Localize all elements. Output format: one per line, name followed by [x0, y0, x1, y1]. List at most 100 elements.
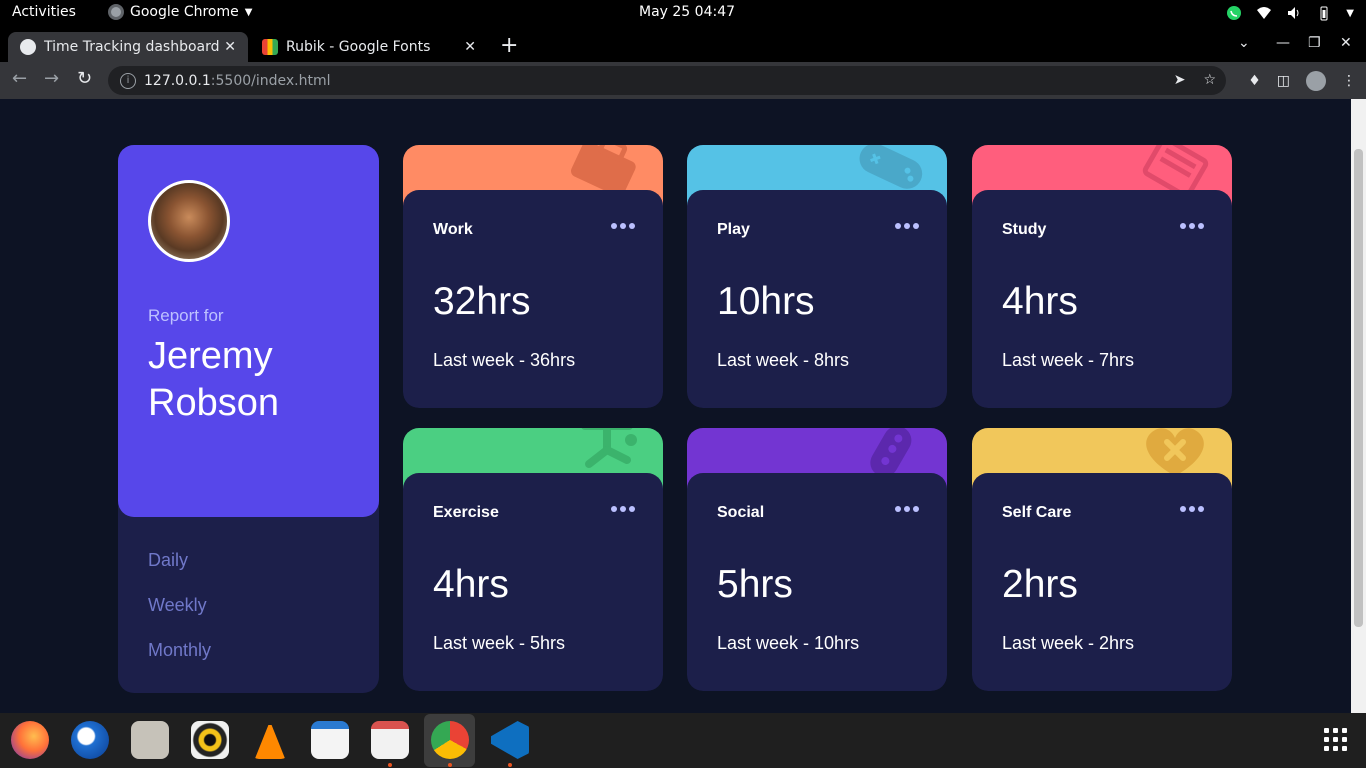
chrome-icon[interactable]: [431, 721, 469, 759]
page-scrollbar[interactable]: [1351, 99, 1366, 713]
address-bar[interactable]: i 127.0.0.1 :5500/index.html ➤ ☆: [108, 66, 1226, 95]
card-hours: 4hrs: [1002, 280, 1078, 323]
system-top-bar: Activities Google Chrome ▼ May 25 04:47 …: [0, 0, 1366, 27]
more-options-icon[interactable]: [895, 223, 919, 231]
battery-icon[interactable]: [1316, 5, 1332, 21]
profile-header: Report for Jeremy Robson: [118, 145, 379, 517]
show-applications-icon[interactable]: [1324, 728, 1348, 752]
site-info-icon[interactable]: i: [120, 72, 136, 89]
vscode-icon[interactable]: [491, 721, 529, 759]
chevron-down-icon: ▼: [244, 6, 253, 18]
tab-search-icon[interactable]: ⌄: [1238, 35, 1250, 51]
card-body: Exercise 4hrs Last week - 5hrs: [403, 473, 663, 691]
running-indicator: [388, 763, 392, 767]
volume-icon[interactable]: [1286, 5, 1302, 21]
close-icon[interactable]: ✕: [224, 39, 236, 55]
card-study: Study 4hrs Last week - 7hrs: [972, 145, 1232, 408]
running-indicator: [448, 763, 452, 767]
card-hours: 10hrs: [717, 280, 815, 323]
card-title: Study: [1002, 221, 1047, 238]
minimize-button[interactable]: —: [1276, 35, 1290, 51]
menu-icon[interactable]: ⋮: [1342, 73, 1356, 89]
app-menu[interactable]: Google Chrome ▼: [108, 4, 252, 20]
tab-rubik-google-fonts[interactable]: Rubik - Google Fonts ✕: [250, 32, 488, 62]
period-daily[interactable]: Daily: [148, 550, 188, 571]
tab-time-tracking[interactable]: Time Tracking dashboard ✕: [8, 32, 248, 62]
more-options-icon[interactable]: [611, 506, 635, 514]
window-close-button[interactable]: ✕: [1340, 35, 1352, 51]
wifi-icon[interactable]: [1256, 5, 1272, 21]
tab-strip: Time Tracking dashboard ✕ Rubik - Google…: [0, 27, 1366, 62]
card-play: ✖ Play 10hrs Last week - 8hrs: [687, 145, 947, 408]
card-previous: Last week - 2hrs: [1002, 633, 1135, 653]
card-title: Social: [717, 504, 765, 521]
period-weekly[interactable]: Weekly: [148, 595, 207, 616]
tab-title: Time Tracking dashboard: [44, 39, 220, 55]
globe-icon: [20, 39, 36, 55]
vlc-icon[interactable]: [254, 721, 286, 759]
system-tray[interactable]: ▼: [1226, 5, 1354, 21]
card-title: Play: [717, 221, 750, 238]
card-body: Study 4hrs Last week - 7hrs: [972, 190, 1232, 408]
card-previous: Last week - 7hrs: [1002, 350, 1135, 370]
page-viewport: Report for Jeremy Robson Daily Weekly Mo…: [0, 99, 1351, 713]
chevron-down-icon[interactable]: ▼: [1346, 8, 1354, 19]
period-monthly[interactable]: Monthly: [148, 640, 211, 661]
more-options-icon[interactable]: [1180, 506, 1204, 514]
card-title: Self Care: [1002, 504, 1072, 521]
card-work: Work 32hrs Last week - 36hrs: [403, 145, 663, 408]
avatar: [148, 180, 230, 262]
restore-button[interactable]: ❐: [1308, 35, 1321, 51]
url-host: 127.0.0.1: [144, 72, 211, 89]
card-exercise: Exercise 4hrs Last week - 5hrs: [403, 428, 663, 691]
card-social: Social 5hrs Last week - 10hrs: [687, 428, 947, 691]
tab-title: Rubik - Google Fonts: [286, 39, 431, 55]
user-name: Jeremy Robson: [148, 335, 279, 424]
profile-card: Report for Jeremy Robson Daily Weekly Mo…: [118, 145, 379, 693]
card-body: Self Care 2hrs Last week - 2hrs: [972, 473, 1232, 691]
card-self-care: Self Care 2hrs Last week - 2hrs: [972, 428, 1232, 691]
extensions-icon[interactable]: ♦: [1248, 73, 1261, 89]
document-viewer-icon[interactable]: [371, 721, 409, 759]
star-icon[interactable]: ☆: [1203, 72, 1216, 88]
card-title: Work: [433, 221, 473, 238]
more-options-icon[interactable]: [611, 223, 635, 231]
card-hours: 2hrs: [1002, 563, 1078, 606]
card-hours: 4hrs: [433, 563, 509, 606]
more-options-icon[interactable]: [895, 506, 919, 514]
card-hours: 5hrs: [717, 563, 793, 606]
running-indicator: [508, 763, 512, 767]
more-options-icon[interactable]: [1180, 223, 1204, 231]
rhythmbox-icon[interactable]: [191, 721, 229, 759]
writer-icon[interactable]: [311, 721, 349, 759]
activities-button[interactable]: Activities: [12, 4, 76, 20]
taskbar-dock: [0, 713, 1366, 768]
send-icon[interactable]: ➤: [1174, 72, 1186, 88]
card-body: Work 32hrs Last week - 36hrs: [403, 190, 663, 408]
profile-avatar[interactable]: [1306, 71, 1326, 91]
card-hours: 32hrs: [433, 280, 531, 323]
forward-arrow-icon[interactable]: →: [44, 68, 59, 89]
close-icon[interactable]: ✕: [464, 39, 476, 55]
card-previous: Last week - 5hrs: [433, 633, 566, 653]
app-name: Google Chrome: [130, 4, 239, 20]
new-tab-button[interactable]: +: [500, 33, 518, 58]
google-fonts-icon: [262, 39, 278, 55]
chrome-icon: [108, 4, 124, 20]
back-arrow-icon[interactable]: ←: [12, 68, 27, 89]
files-icon[interactable]: [131, 721, 169, 759]
scrollbar-thumb[interactable]: [1354, 149, 1363, 627]
firefox-icon[interactable]: [11, 721, 49, 759]
card-body: Social 5hrs Last week - 10hrs: [687, 473, 947, 691]
side-panel-icon[interactable]: ◫: [1277, 73, 1290, 89]
report-for-label: Report for: [148, 306, 224, 325]
thunderbird-icon[interactable]: [71, 721, 109, 759]
card-previous: Last week - 8hrs: [717, 350, 850, 370]
card-body: Play 10hrs Last week - 8hrs: [687, 190, 947, 408]
card-previous: Last week - 10hrs: [717, 633, 860, 653]
clock[interactable]: May 25 04:47: [639, 4, 735, 20]
whatsapp-icon[interactable]: [1226, 5, 1242, 21]
browser-toolbar: ← → ↻ i 127.0.0.1 :5500/index.html ➤ ☆ ♦…: [0, 62, 1366, 99]
reload-icon[interactable]: ↻: [77, 68, 92, 89]
url-path: :5500/index.html: [210, 72, 331, 89]
